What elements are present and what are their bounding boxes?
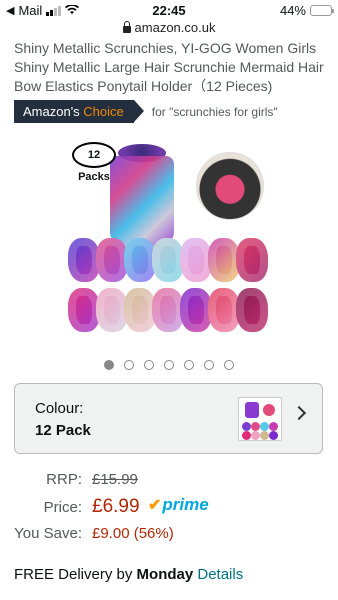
battery-percent: 44%	[279, 3, 306, 18]
choice-badge: Amazon's Choice	[14, 100, 144, 123]
rrp-value: £15.99	[92, 471, 138, 488]
prime-badge: ✔ prime	[148, 495, 209, 515]
save-label: You Save:	[14, 525, 82, 542]
status-right: 44%	[279, 3, 334, 18]
colour-selector[interactable]: Colour: 12 Pack	[14, 383, 323, 454]
prime-label: prime	[162, 495, 209, 514]
badge-highlight: Choice	[83, 104, 124, 119]
carousel-dot[interactable]	[144, 360, 154, 370]
colour-value: 12 Pack	[35, 422, 91, 439]
worn-scrunchie-image	[196, 152, 264, 220]
scrunchie-row-bottom	[68, 288, 278, 334]
scrunchie-row-top	[68, 238, 278, 284]
product-title: Shiny Metallic Scrunchies, YI-GOG Women …	[14, 40, 324, 94]
lock-icon	[122, 21, 131, 33]
rrp-label: RRP:	[46, 471, 82, 488]
carousel-dots[interactable]	[0, 360, 338, 370]
price-label: Price:	[43, 499, 82, 516]
prime-check-icon: ✔	[148, 497, 162, 514]
product-image[interactable]: 12 Packs	[58, 136, 280, 348]
carousel-dot[interactable]	[124, 360, 134, 370]
delivery-details-link[interactable]: Details	[197, 566, 243, 583]
url-bar[interactable]: amazon.co.uk	[0, 20, 338, 40]
carousel-dot[interactable]	[164, 360, 174, 370]
amazons-choice: Amazon's Choice for "scrunchies for girl…	[14, 100, 278, 123]
delivery-prefix: FREE Delivery by	[14, 566, 137, 583]
badge-prefix: Amazon's	[23, 104, 84, 119]
delivery-info: FREE Delivery by Monday Details	[14, 566, 243, 583]
save-value: £9.00 (56%)	[92, 525, 174, 542]
variation-thumbnail	[238, 397, 282, 441]
chevron-right-icon	[291, 405, 307, 421]
carousel-dot[interactable]	[184, 360, 194, 370]
choice-keyword: for "scrunchies for girls"	[151, 104, 278, 119]
colour-label: Colour:	[35, 400, 84, 417]
carousel-dot[interactable]	[224, 360, 234, 370]
battery-icon	[310, 5, 334, 16]
url-text: amazon.co.uk	[134, 20, 216, 35]
carousel-dot[interactable]	[204, 360, 214, 370]
delivery-day: Monday	[136, 566, 194, 583]
carousel-dot[interactable]	[104, 360, 114, 370]
packaging-bag-image	[110, 156, 174, 246]
price-value: £6.99	[92, 496, 140, 517]
status-bar: ◀ Mail 22:45 44%	[0, 0, 338, 20]
packs-label: 12 Packs	[72, 142, 116, 183]
